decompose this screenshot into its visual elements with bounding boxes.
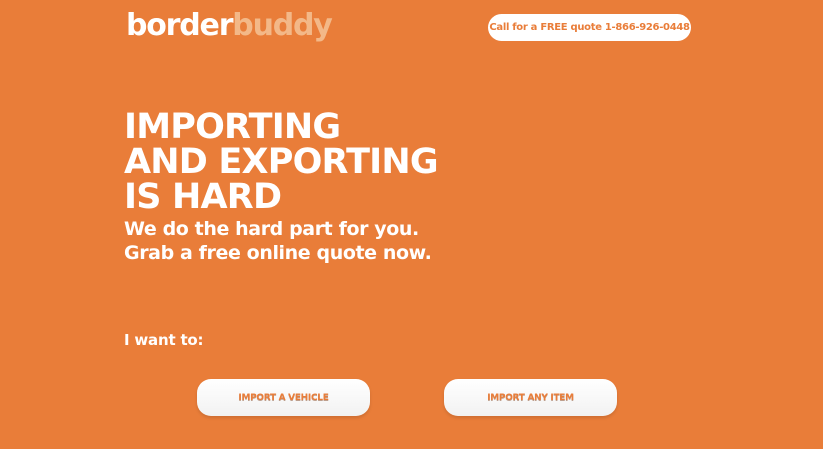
subhead-line-1: We do the hard part for you. xyxy=(124,218,419,240)
call-free-quote-label: Call for a FREE quote 1-866-926-0448 xyxy=(489,22,690,33)
logo-text-border: border xyxy=(126,8,234,43)
call-free-quote-button[interactable]: Call for a FREE quote 1-866-926-0448 xyxy=(488,14,691,41)
import-vehicle-button[interactable]: IMPORT A VEHICLE xyxy=(197,379,370,416)
headline-line-1: IMPORTING xyxy=(124,107,341,147)
i-want-to-label: I want to: xyxy=(124,331,204,349)
borderbuddy-logo[interactable]: borderbuddy xyxy=(126,8,333,44)
import-any-item-button[interactable]: IMPORT ANY ITEM xyxy=(444,379,617,416)
import-vehicle-label: IMPORT A VEHICLE xyxy=(238,392,329,403)
import-any-item-label: IMPORT ANY ITEM xyxy=(487,392,574,403)
hero-subheadline: We do the hard part for you. Grab a free… xyxy=(124,217,432,265)
hero-headline: IMPORTING AND EXPORTING IS HARD xyxy=(124,107,439,217)
logo-text-buddy: buddy xyxy=(232,8,333,43)
subhead-line-2: Grab a free online quote now. xyxy=(124,242,432,264)
headline-line-2: AND EXPORTING xyxy=(124,142,439,182)
headline-line-3: IS HARD xyxy=(124,177,282,217)
